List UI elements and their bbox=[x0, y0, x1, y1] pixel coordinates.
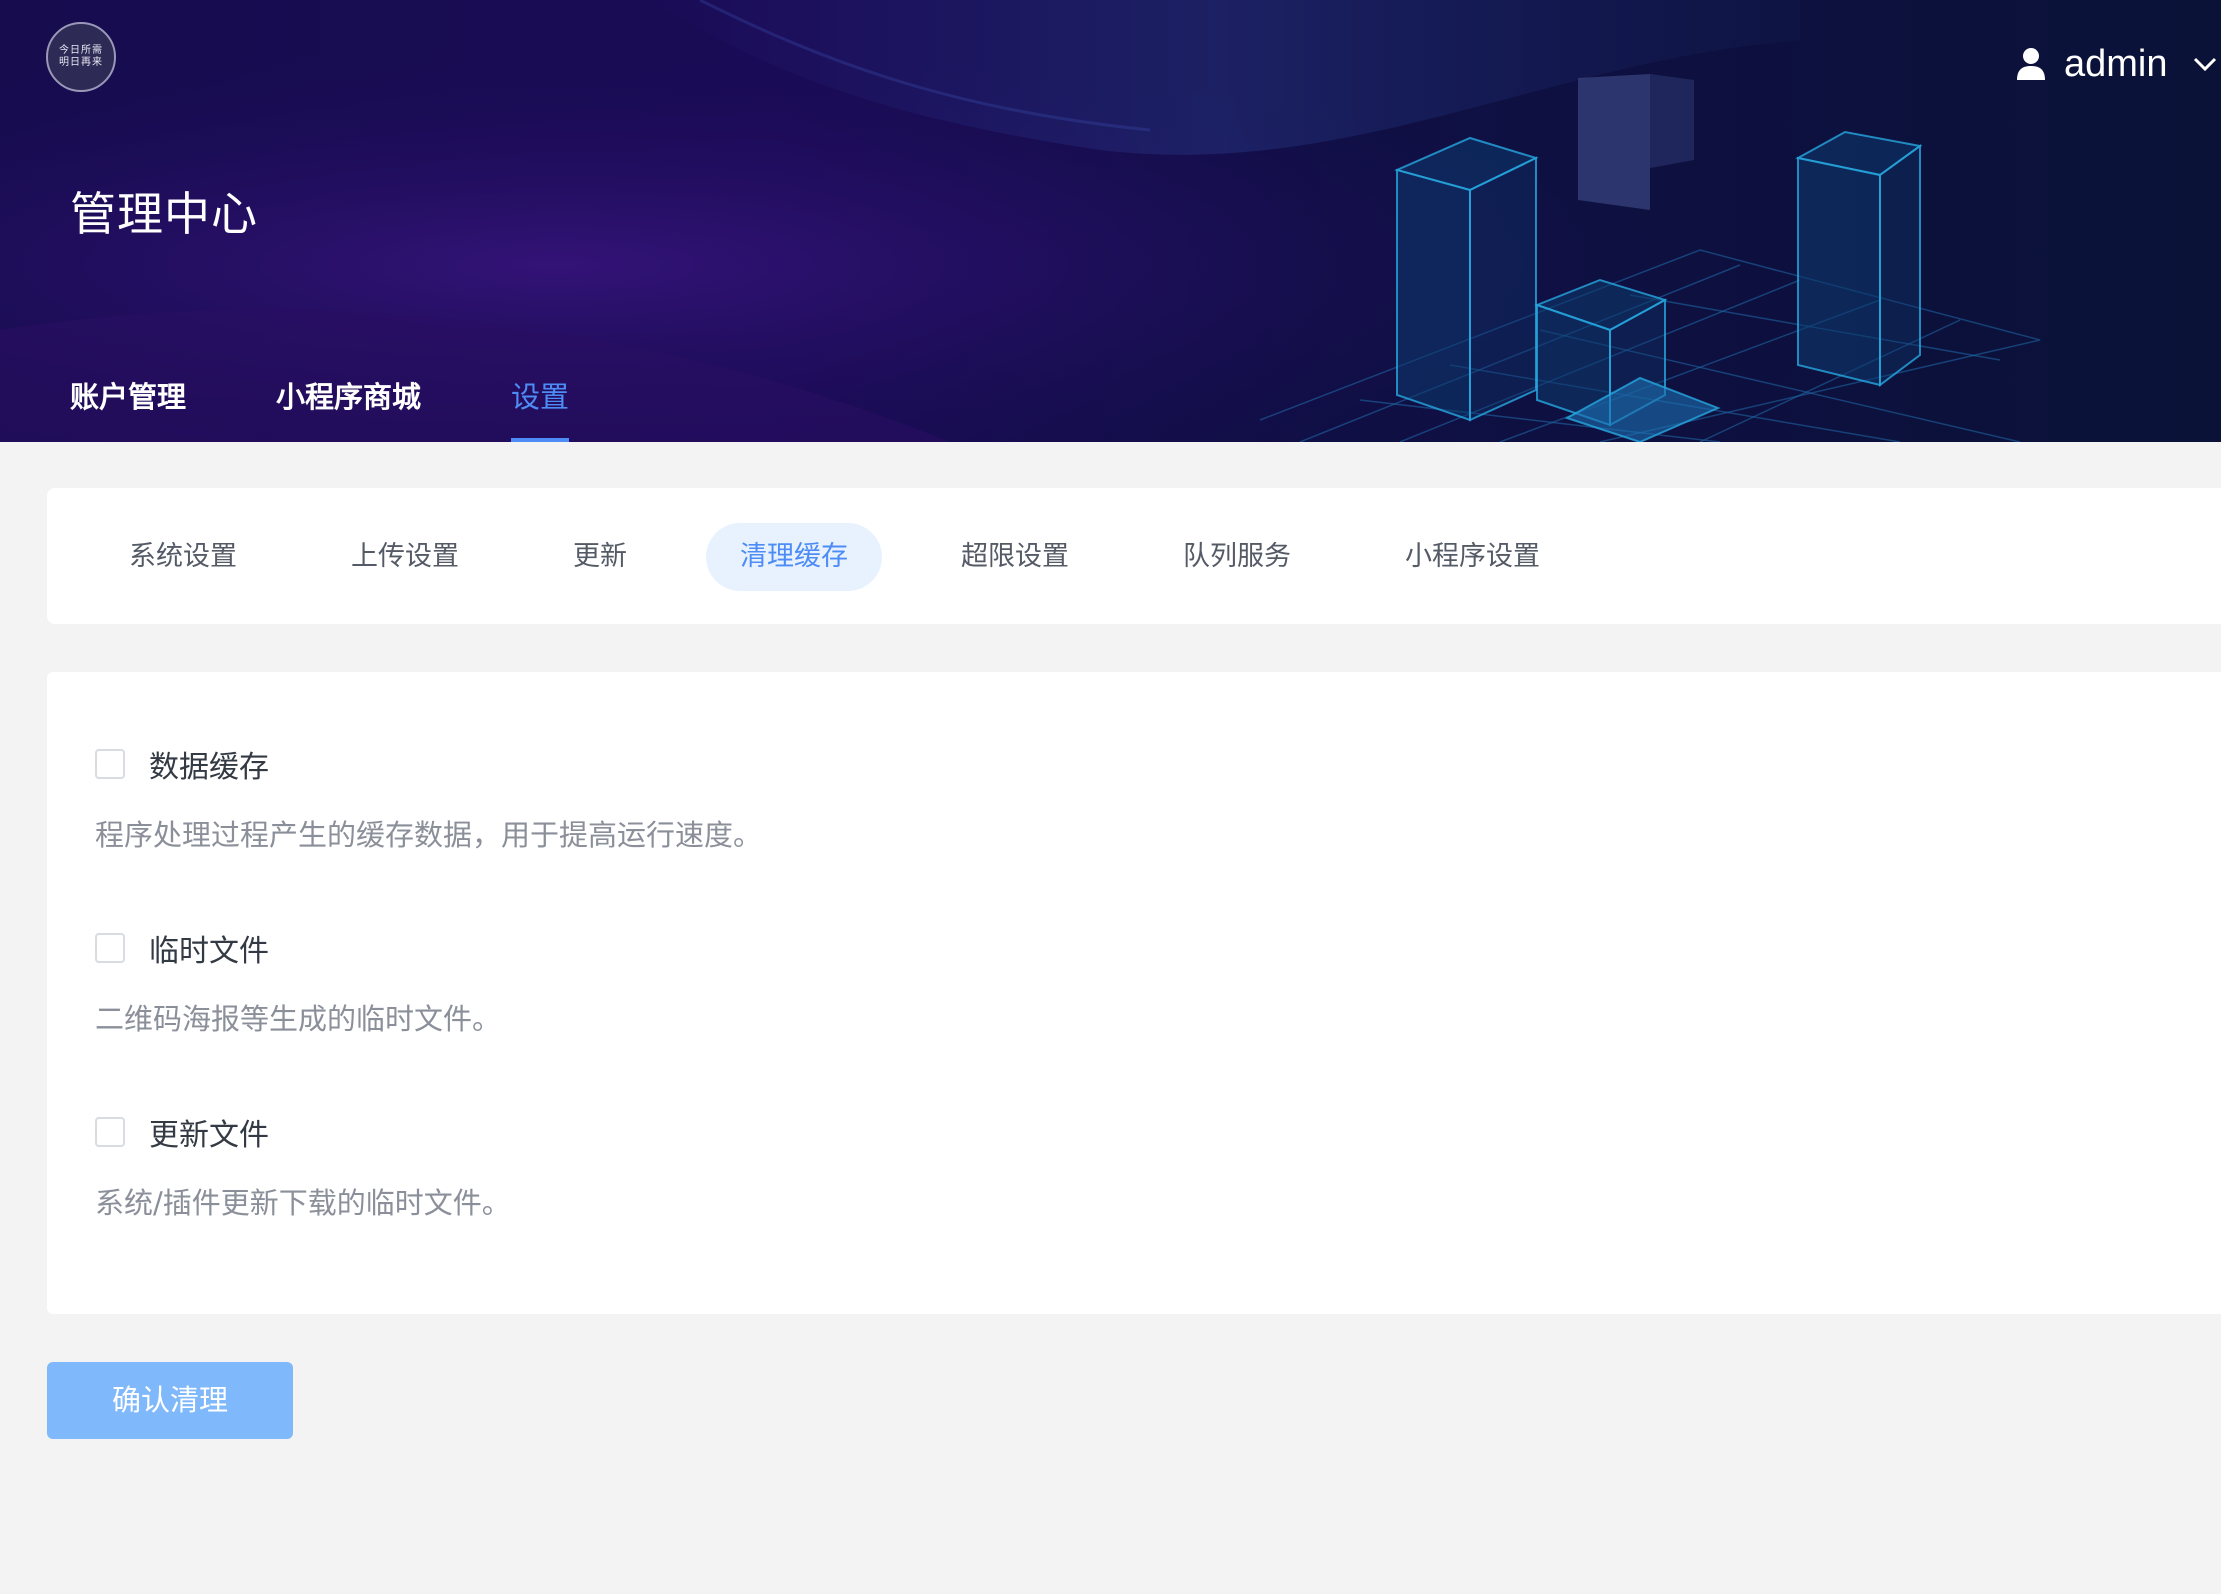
logo[interactable]: 今日所需 明日再来 bbox=[46, 22, 116, 92]
option-data-cache: 数据缓存 程序处理过程产生的缓存数据，用于提高运行速度。 bbox=[95, 742, 762, 854]
option-update-files: 更新文件 系统/插件更新下载的临时文件。 bbox=[95, 1110, 511, 1222]
data-cache-label[interactable]: 数据缓存 bbox=[149, 742, 269, 786]
logo-text-line1: 今日所需 bbox=[59, 45, 103, 56]
user-icon bbox=[2017, 48, 2045, 80]
nav-item-account[interactable]: 账户管理 bbox=[70, 372, 186, 442]
option-temp-files: 临时文件 二维码海报等生成的临时文件。 bbox=[95, 926, 501, 1038]
data-cache-description: 程序处理过程产生的缓存数据，用于提高运行速度。 bbox=[95, 818, 763, 852]
cache-options-card: 数据缓存 程序处理过程产生的缓存数据，用于提高运行速度。 临时文件 二维码海报等… bbox=[47, 672, 2221, 1314]
page-title: 管理中心 bbox=[70, 187, 258, 241]
tab-clear-cache[interactable]: 清理缓存 bbox=[706, 523, 882, 591]
chevron-down-icon bbox=[2193, 57, 2216, 72]
header-banner: 今日所需 明日再来 admin 管理中心 账户管理 小程序商城 设置 bbox=[0, 0, 2221, 442]
tab-mini-program-settings[interactable]: 小程序设置 bbox=[1371, 523, 1574, 591]
top-nav: 账户管理 小程序商城 设置 bbox=[70, 372, 659, 442]
tab-update[interactable]: 更新 bbox=[539, 523, 661, 591]
nav-item-settings[interactable]: 设置 bbox=[511, 372, 570, 442]
logo-text-line2: 明日再来 bbox=[59, 57, 103, 68]
temp-files-description: 二维码海报等生成的临时文件。 bbox=[95, 1002, 502, 1036]
tab-limit-settings[interactable]: 超限设置 bbox=[927, 523, 1103, 591]
user-name: admin bbox=[2064, 42, 2168, 85]
tab-queue-service[interactable]: 队列服务 bbox=[1149, 523, 1325, 591]
data-cache-checkbox[interactable] bbox=[95, 749, 125, 779]
update-files-label[interactable]: 更新文件 bbox=[149, 1110, 269, 1154]
tab-system-settings[interactable]: 系统设置 bbox=[95, 523, 271, 591]
user-menu[interactable]: admin bbox=[2016, 38, 2218, 90]
settings-tabs: 系统设置 上传设置 更新 清理缓存 超限设置 队列服务 小程序设置 bbox=[47, 488, 2221, 624]
tab-upload-settings[interactable]: 上传设置 bbox=[317, 523, 493, 591]
temp-files-label[interactable]: 临时文件 bbox=[149, 926, 269, 970]
temp-files-checkbox[interactable] bbox=[95, 933, 125, 963]
confirm-clear-button[interactable]: 确认清理 bbox=[47, 1362, 293, 1439]
update-files-description: 系统/插件更新下载的临时文件。 bbox=[95, 1186, 511, 1220]
update-files-checkbox[interactable] bbox=[95, 1117, 125, 1147]
nav-item-mini-program-mall[interactable]: 小程序商城 bbox=[276, 372, 421, 442]
